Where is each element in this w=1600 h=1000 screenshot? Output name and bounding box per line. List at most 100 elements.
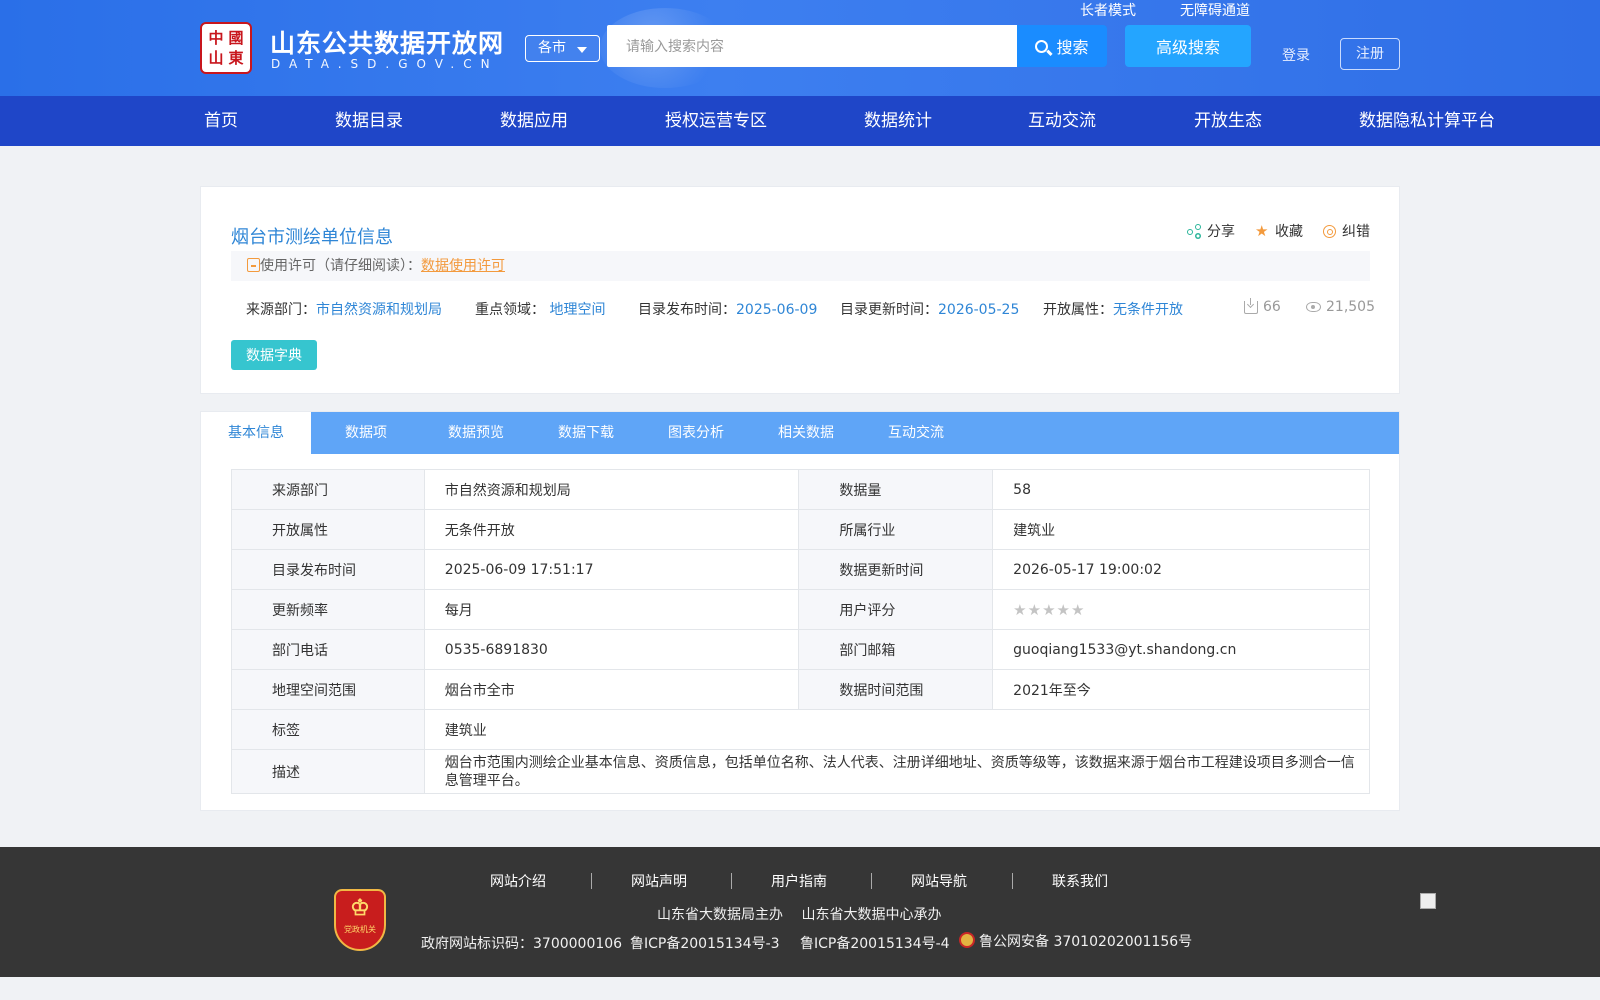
dataset-meta: 来源部门：市自然资源和规划局 重点领域： 地理空间 目录发布时间：2025-06… <box>246 297 1375 319</box>
rating-star-icon[interactable]: ★ <box>1028 601 1042 619</box>
footer-police-record[interactable]: 鲁公网安备 37010202001156号 <box>959 931 1192 951</box>
site-header: 中國 山東 山东公共数据开放网 DATA.SD.GOV.CN 各市 搜索 高级搜… <box>0 0 1600 96</box>
share-label: 分享 <box>1207 224 1235 240</box>
footer-icp-4[interactable]: 鲁ICP备20015134号-4 <box>800 933 950 953</box>
party-gov-badge[interactable]: ♔ 党政机关 <box>334 889 386 951</box>
city-select-value: 各市 <box>538 40 566 56</box>
site-footer: ♔ 党政机关 网站介绍 网站声明 用户指南 网站导航 联系我们 山东省大数据局主… <box>0 847 1600 977</box>
footer-link-sitemap[interactable]: 网站导航 <box>911 871 967 891</box>
police-badge-icon <box>959 932 975 948</box>
field-value: 无条件开放 <box>423 509 800 550</box>
download-icon <box>1244 297 1258 314</box>
field-value: 建筑业 <box>423 709 1371 750</box>
footer-link-contact[interactable]: 联系我们 <box>1052 871 1108 891</box>
rating-star-icon[interactable]: ★ <box>1071 601 1085 619</box>
meta-publish-time: 目录发布时间：2025-06-09 <box>638 302 818 318</box>
share-icon <box>1187 224 1201 238</box>
tab-interaction[interactable]: 互动交流 <box>861 412 971 454</box>
favorite-button[interactable]: ★ 收藏 <box>1255 221 1303 241</box>
rating-star-icon[interactable]: ★ <box>1042 601 1056 619</box>
register-button[interactable]: 注册 <box>1340 38 1400 70</box>
detail-tabs: 基本信息 数据项 数据预览 数据下载 图表分析 相关数据 互动交流 <box>201 412 1399 454</box>
badge-emblem-icon: ♔ <box>350 895 370 921</box>
tab-data-preview[interactable]: 数据预览 <box>421 412 531 454</box>
meta-domain: 重点领域： 地理空间 <box>475 302 606 318</box>
footer-link-statement[interactable]: 网站声明 <box>631 871 687 891</box>
field-value: 0535-6891830 <box>423 629 800 670</box>
footer-link-intro[interactable]: 网站介绍 <box>490 871 546 891</box>
field-label: 开放属性 <box>231 509 425 550</box>
meta-source: 来源部门：市自然资源和规划局 <box>246 302 442 318</box>
nav-item-catalog[interactable]: 数据目录 <box>335 96 403 146</box>
bookmark-icon <box>247 258 260 272</box>
table-row: 描述 烟台市范围内测绘企业基本信息、资质信息，包括单位名称、法人代表、注册详细地… <box>231 749 1371 794</box>
broken-image-icon <box>1420 893 1436 909</box>
field-value: guoqiang1533@yt.shandong.cn <box>992 629 1370 670</box>
footer-icp-3[interactable]: 鲁ICP备20015134号-3 <box>630 933 780 953</box>
field-label: 数据时间范围 <box>798 669 994 710</box>
user-rating[interactable]: ★★★★★ <box>992 589 1370 630</box>
rating-star-icon[interactable]: ★ <box>1057 601 1071 619</box>
advanced-search-button[interactable]: 高级搜索 <box>1125 25 1251 67</box>
rating-star-icon[interactable]: ★ <box>1013 601 1027 619</box>
license-prefix: 使用许可（请仔细阅读）： <box>260 258 421 274</box>
search-input[interactable] <box>607 25 1017 67</box>
field-label: 更新频率 <box>231 589 425 630</box>
data-dictionary-button[interactable]: 数据字典 <box>231 340 317 370</box>
nav-item-privacy-computing[interactable]: 数据隐私计算平台 <box>1359 96 1495 146</box>
nav-item-home[interactable]: 首页 <box>204 96 238 146</box>
search-button-label: 搜索 <box>1056 40 1089 57</box>
table-row: 目录发布时间 2025-06-09 17:51:17 数据更新时间 2026-0… <box>231 549 1370 590</box>
login-link[interactable]: 登录 <box>1282 45 1310 65</box>
site-logo[interactable]: 中國 山東 <box>200 22 252 74</box>
search-button[interactable]: 搜索 <box>1017 25 1107 67</box>
site-title: 山东公共数据开放网 <box>270 29 505 58</box>
table-row: 开放属性 无条件开放 所属行业 建筑业 <box>231 509 1370 550</box>
field-label: 来源部门 <box>231 469 425 510</box>
tab-data-download[interactable]: 数据下载 <box>531 412 641 454</box>
field-label: 所属行业 <box>798 509 994 550</box>
tab-related-data[interactable]: 相关数据 <box>751 412 861 454</box>
city-select[interactable]: 各市 <box>525 35 600 62</box>
accessibility-link[interactable]: 无障碍通道 <box>1180 0 1250 20</box>
field-value: 58 <box>992 469 1370 510</box>
field-value: 2021年至今 <box>992 669 1370 710</box>
nav-item-authorized-operation[interactable]: 授权运营专区 <box>665 96 767 146</box>
field-label: 数据量 <box>798 469 994 510</box>
footer-divider <box>731 873 732 889</box>
error-report-icon <box>1323 224 1336 238</box>
tab-basic-info[interactable]: 基本信息 <box>201 412 311 454</box>
tab-data-items[interactable]: 数据项 <box>311 412 421 454</box>
download-count: 66 <box>1244 297 1281 315</box>
field-value: 2026-05-17 19:00:02 <box>992 549 1370 590</box>
chevron-down-icon <box>577 47 587 53</box>
nav-item-ecosystem[interactable]: 开放生态 <box>1194 96 1262 146</box>
site-domain: DATA.SD.GOV.CN <box>271 57 499 71</box>
license-bar: 使用许可（请仔细阅读）：数据使用许可 <box>231 251 1370 281</box>
nav-item-apps[interactable]: 数据应用 <box>500 96 568 146</box>
field-label: 用户评分 <box>798 589 994 630</box>
field-value: 烟台市全市 <box>423 669 800 710</box>
field-label: 部门电话 <box>231 629 425 670</box>
field-label: 数据更新时间 <box>798 549 994 590</box>
field-value: 2025-06-09 17:51:17 <box>423 549 800 590</box>
nav-item-statistics[interactable]: 数据统计 <box>864 96 932 146</box>
badge-label: 党政机关 <box>344 925 376 934</box>
table-row: 更新频率 每月 用户评分 ★★★★★ <box>231 589 1370 630</box>
search-icon <box>1035 39 1049 53</box>
license-link[interactable]: 数据使用许可 <box>421 258 505 274</box>
dataset-actions: 分享 ★ 收藏 纠错 <box>1187 221 1370 241</box>
table-row: 地理空间范围 烟台市全市 数据时间范围 2021年至今 <box>231 669 1370 710</box>
footer-organizers: 山东省大数据局主办 山东省大数据中心承办 <box>657 907 942 923</box>
elder-mode-link[interactable]: 长者模式 <box>1080 0 1136 20</box>
correct-button[interactable]: 纠错 <box>1323 221 1370 241</box>
tab-chart-analysis[interactable]: 图表分析 <box>641 412 751 454</box>
field-value: 市自然资源和规划局 <box>423 469 800 510</box>
nav-item-interaction[interactable]: 互动交流 <box>1028 96 1096 146</box>
footer-gov-id: 政府网站标识码：3700000106 <box>421 936 623 952</box>
share-button[interactable]: 分享 <box>1187 221 1235 241</box>
page-bottom <box>0 977 1600 1000</box>
eye-icon <box>1306 302 1321 312</box>
meta-update-time: 目录更新时间：2026-05-25 <box>840 302 1020 318</box>
footer-link-guide[interactable]: 用户指南 <box>771 871 827 891</box>
